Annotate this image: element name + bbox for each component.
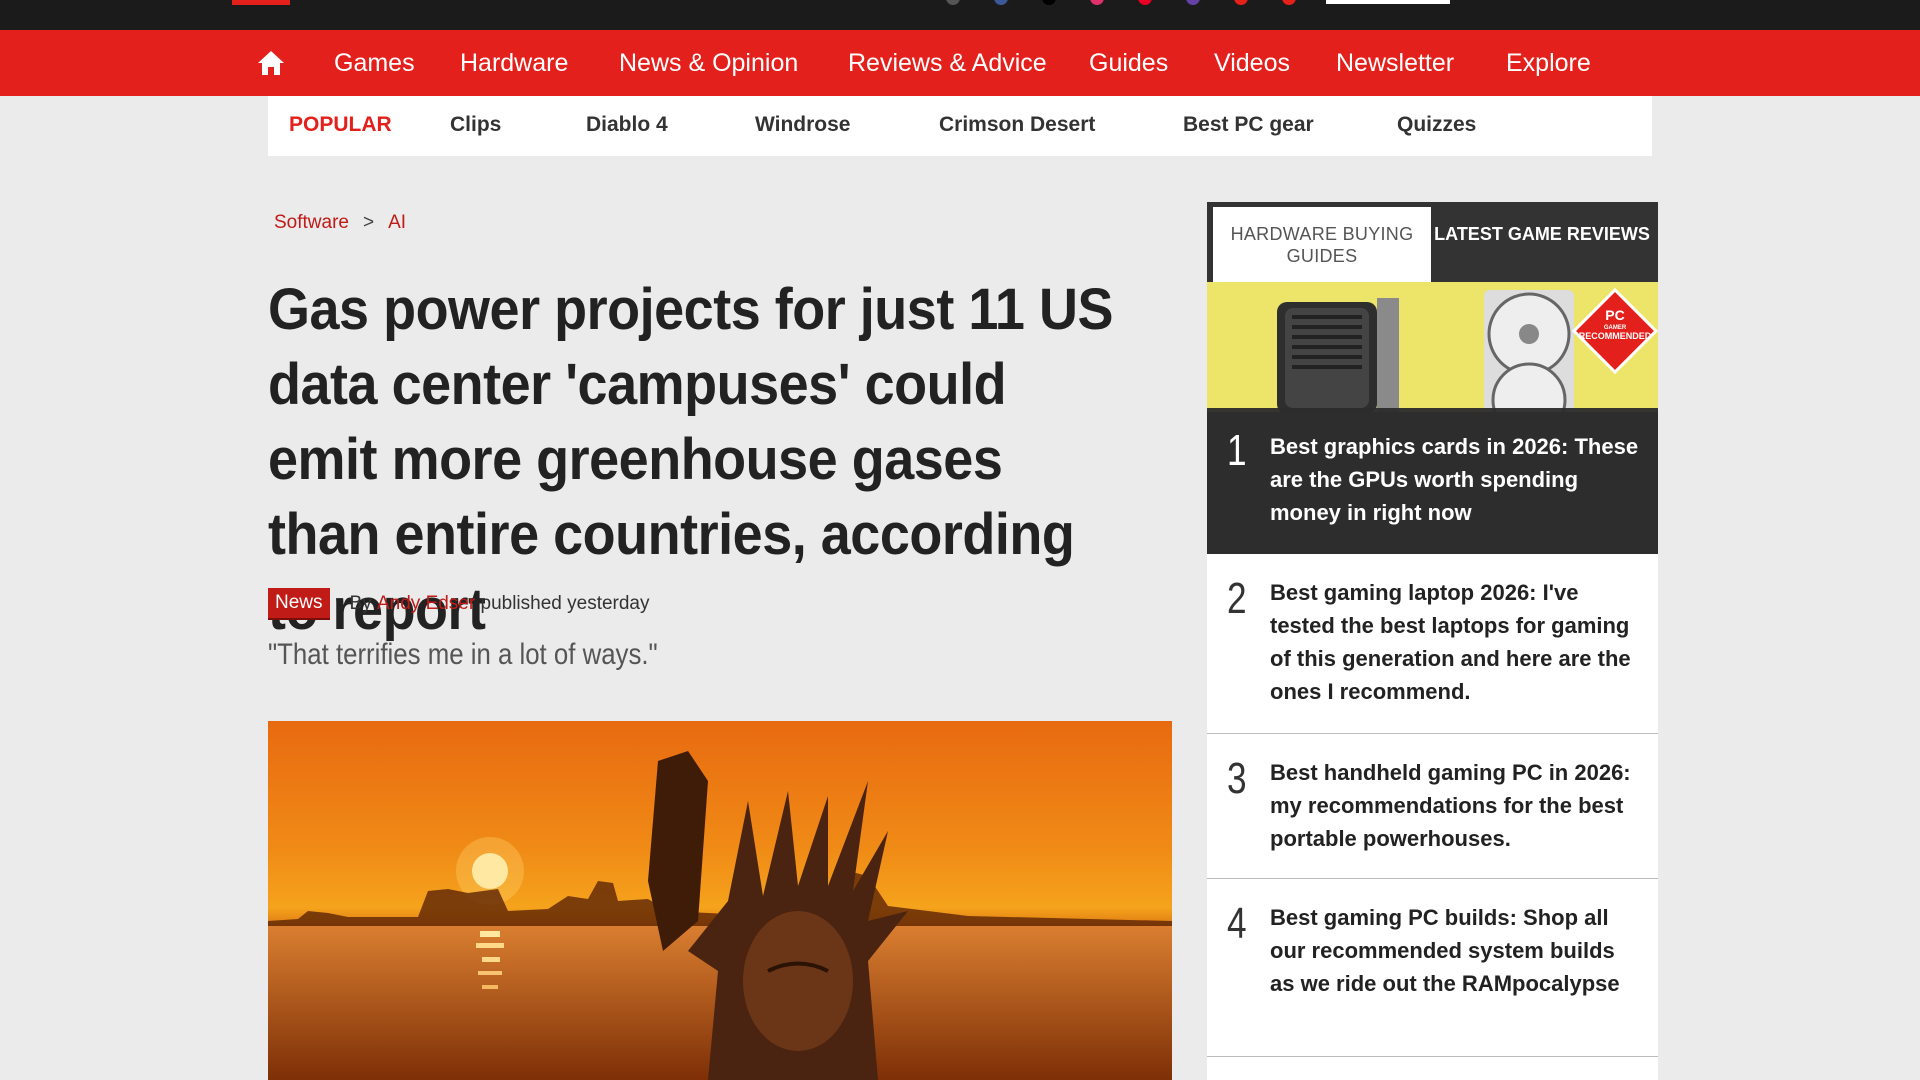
svg-text:PC: PC [1605,307,1624,323]
nav-explore[interactable]: Explore [1506,49,1591,78]
sidebar-widget: HARDWARE BUYING GUIDES LATEST GAME REVIE… [1207,202,1658,1080]
publish-date: published yesterday [480,593,650,614]
statue-of-liberty-sunset-illustration [268,751,1172,1080]
sidebar-list-item[interactable]: 2 Best gaming laptop 2026: I've tested t… [1207,554,1658,734]
featured-image: PC GAMER RECOMMENDED [1207,282,1658,438]
sidebar-list-item[interactable]: 4 Best gaming PC builds: Shop all our re… [1207,879,1658,1057]
home-icon[interactable] [256,48,286,78]
gpu-product-image: PC GAMER RECOMMENDED [1277,287,1658,438]
breadcrumb: Software > AI [274,212,406,234]
item-number: 2 [1227,574,1247,623]
author-link[interactable]: Andy Edser [377,593,475,615]
category-badge[interactable]: News [268,588,330,620]
nav-guides[interactable]: Guides [1089,49,1168,78]
pc-gamer-recommended-badge: PC GAMER RECOMMENDED [1571,287,1658,375]
popular-item-windrose[interactable]: Windrose [755,113,850,137]
breadcrumb-separator: > [362,212,375,233]
breadcrumb-software[interactable]: Software [274,212,349,233]
popular-item-diablo-4[interactable]: Diablo 4 [586,113,668,137]
twitch-icon[interactable] [1186,0,1200,5]
sidebar-tabs: HARDWARE BUYING GUIDES LATEST GAME REVIE… [1207,202,1658,282]
article-strapline: "That terrifies me in a lot of ways." [268,638,658,671]
nav-hardware[interactable]: Hardware [460,49,568,78]
popular-item-quizzes[interactable]: Quizzes [1397,113,1476,137]
youtube-icon[interactable] [1234,0,1248,5]
item-title[interactable]: Best gaming laptop 2026: I've tested the… [1270,576,1640,708]
popular-item-crimson-desert[interactable]: Crimson Desert [939,113,1095,137]
item-title[interactable]: Best gaming PC builds: Shop all our reco… [1270,901,1640,1000]
nav-news-opinion[interactable]: News & Opinion [619,49,798,78]
popular-bar: POPULAR Clips Diablo 4 Windrose Crimson … [268,96,1652,156]
hero-image [268,721,1172,1080]
popular-item-best-pc-gear[interactable]: Best PC gear [1183,113,1314,137]
item-title[interactable]: Best handheld gaming PC in 2026: my reco… [1270,756,1640,855]
facebook-icon[interactable] [994,0,1008,5]
popular-label: POPULAR [289,113,392,136]
article-byline: News By Andy Edser published yesterday [268,588,650,620]
social-icon[interactable] [946,0,960,5]
instagram-icon[interactable] [1090,0,1104,5]
breadcrumb-ai[interactable]: AI [388,212,406,233]
item-title[interactable]: Best graphics cards in 2026: These are t… [1270,430,1640,529]
nav-games[interactable]: Games [334,49,415,78]
x-icon[interactable] [1042,0,1056,5]
search-input[interactable] [1326,0,1450,4]
popular-item-clips[interactable]: Clips [450,113,501,137]
sidebar-featured-item[interactable]: PC GAMER RECOMMENDED 1 Best graphics car… [1207,282,1658,554]
site-logo[interactable] [232,0,290,5]
top-bar [0,0,1920,30]
nav-videos[interactable]: Videos [1214,49,1290,78]
tab-hardware-buying-guides[interactable]: HARDWARE BUYING GUIDES [1213,207,1431,282]
item-number: 4 [1227,899,1247,948]
nav-newsletter[interactable]: Newsletter [1336,49,1454,78]
nav-reviews-advice[interactable]: Reviews & Advice [848,49,1047,78]
sidebar-list-item[interactable]: 3 Best handheld gaming PC in 2026: my re… [1207,734,1658,879]
rss-icon[interactable] [1282,0,1296,5]
main-navigation: Games Hardware News & Opinion Reviews & … [0,30,1920,96]
item-number: 3 [1227,754,1247,803]
tab-latest-game-reviews[interactable]: LATEST GAME REVIEWS [1433,207,1651,282]
pinterest-icon[interactable] [1138,0,1152,5]
byline-by: By [349,593,372,614]
item-number: 1 [1227,426,1247,475]
svg-text:RECOMMENDED: RECOMMENDED [1579,331,1652,341]
